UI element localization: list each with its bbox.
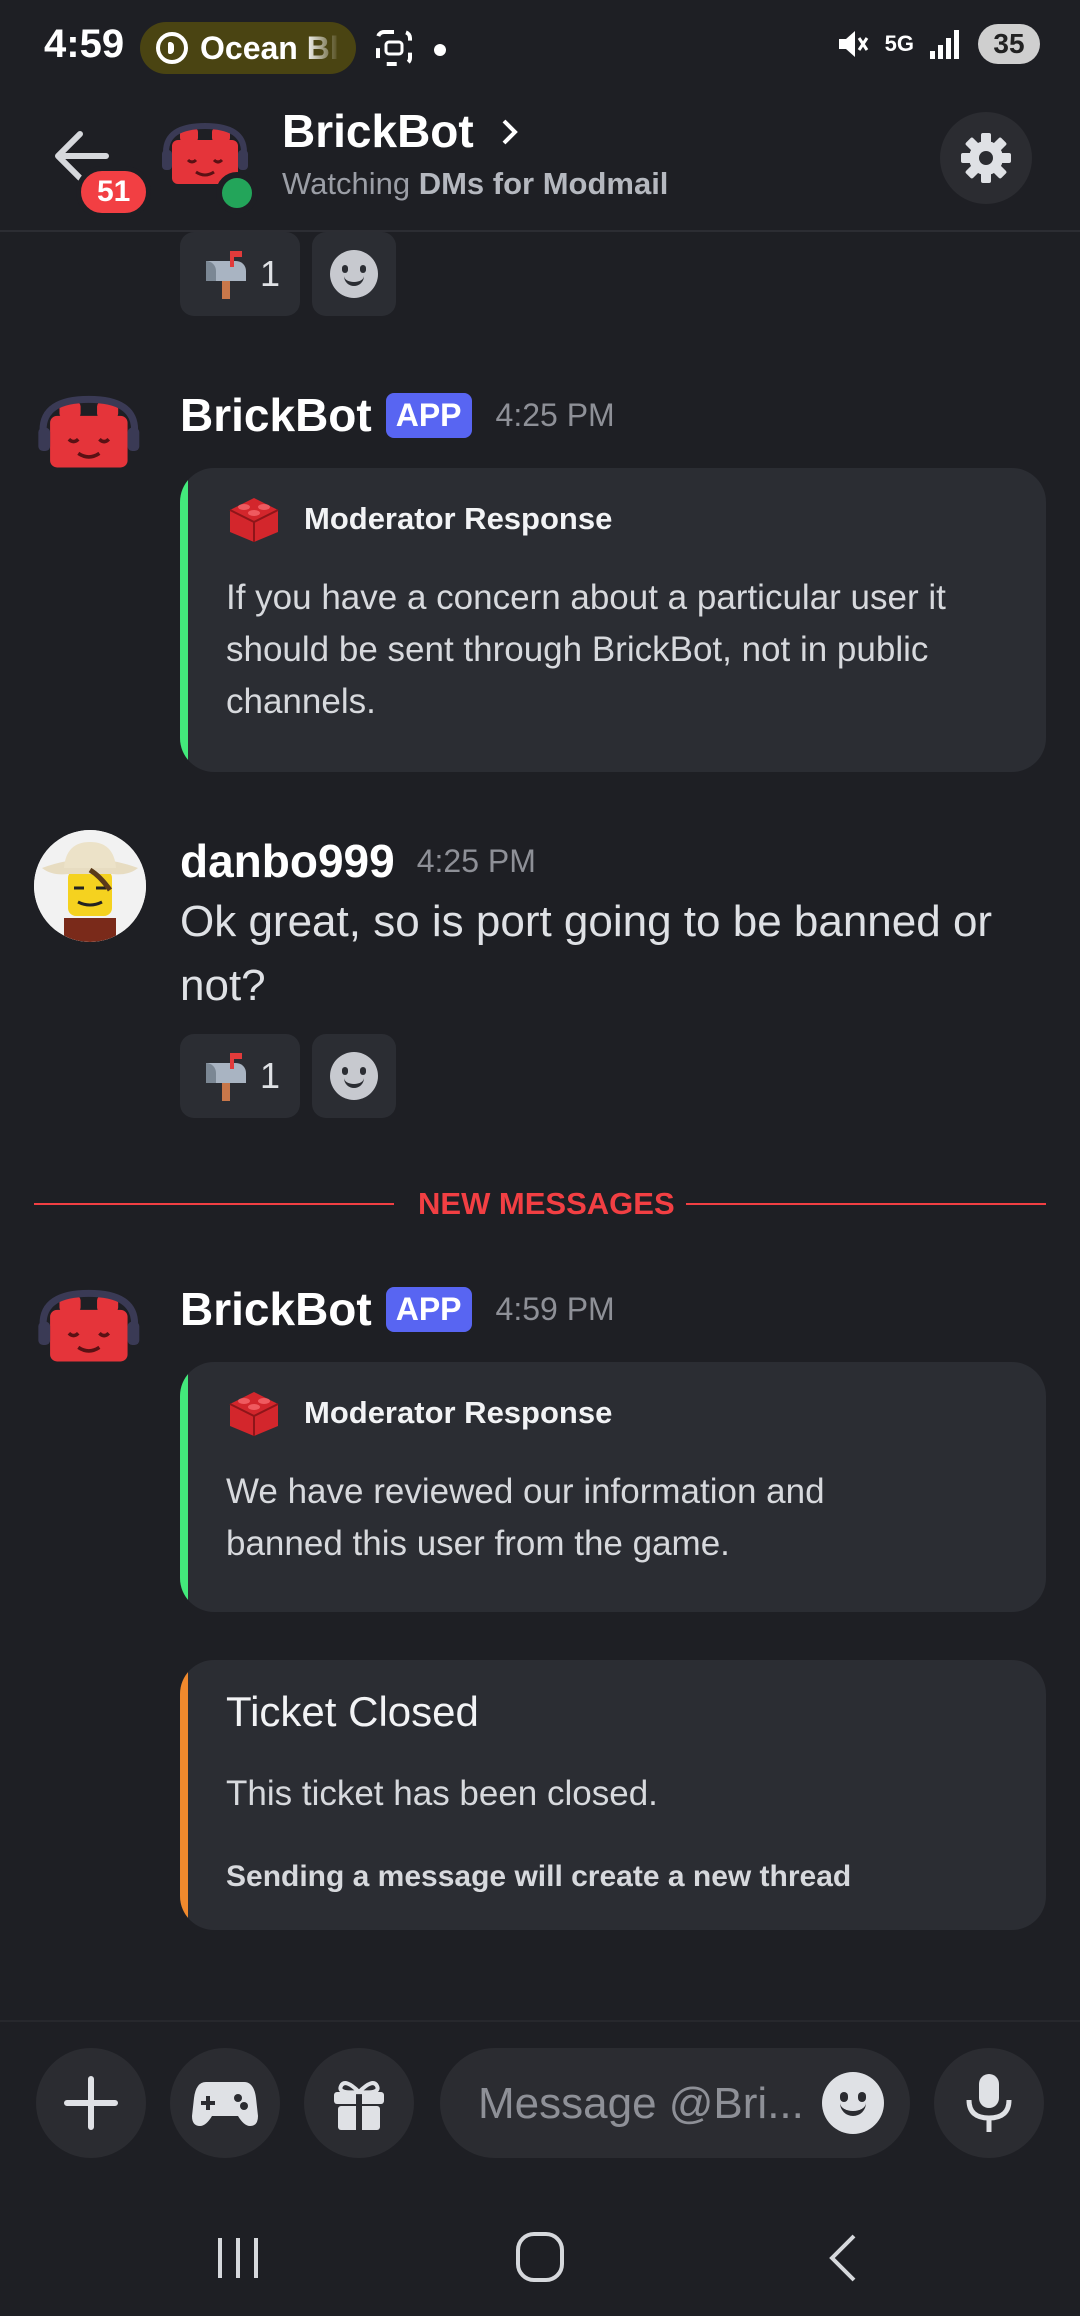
message-input[interactable] [476, 2048, 810, 2160]
message-time: 4:25 PM [416, 842, 536, 879]
embed-moderator-response: Moderator Response If you have a concern… [180, 468, 1046, 772]
embed-author-name: Moderator Response [304, 1395, 613, 1430]
status-bar: 4:59 Ocean Bl 5G 35 [0, 0, 1080, 96]
gamepad-icon [192, 2082, 258, 2126]
subtitle-bold: DMs for Modmail [418, 166, 669, 201]
channel-header: 51 BrickBot Watching DMs for Modmail [0, 96, 1080, 232]
user-avatar[interactable] [34, 830, 146, 942]
embed-author: Moderator Response [226, 1388, 612, 1438]
system-back-icon[interactable] [824, 2232, 864, 2284]
add-attachment-button[interactable] [36, 2048, 146, 2158]
screenshot-icon [376, 30, 412, 66]
embed-description: If you have a concern about a particular… [226, 578, 946, 721]
voice-message-button[interactable] [934, 2048, 1044, 2158]
chevron-right-icon [502, 119, 518, 145]
lego-brick-icon [229, 1392, 279, 1436]
message-time: 4:25 PM [495, 396, 615, 433]
add-reaction-icon [330, 250, 378, 298]
mailbox-icon [205, 251, 246, 299]
divider-line [686, 1203, 1046, 1205]
brickbot-avatar[interactable] [36, 1284, 144, 1392]
message-header: BrickBot APP 4:25 PM [180, 388, 615, 442]
system-navigation-bar [0, 2200, 1080, 2316]
notification-dot-icon [434, 44, 446, 56]
status-time: 4:59 [44, 22, 125, 66]
app-tag: APP [385, 1286, 472, 1332]
emoji-picker-icon[interactable] [822, 2072, 884, 2134]
message-text: Ok great, so is port going to be banned … [180, 897, 993, 1010]
embed-accent-bar [180, 468, 188, 772]
embed-title: Ticket Closed [226, 1688, 479, 1735]
embed-footer: Sending a message will create a new thre… [226, 1860, 852, 1893]
mute-icon [838, 31, 868, 57]
lego-brick-icon [229, 498, 279, 542]
embed-description: We have reviewed our information and ban… [226, 1472, 825, 1563]
author-name[interactable]: BrickBot [180, 1282, 372, 1336]
add-reaction-button[interactable] [312, 232, 396, 316]
divider-line [34, 1203, 394, 1205]
channel-title[interactable]: BrickBot [282, 104, 525, 158]
recent-apps-icon[interactable] [214, 2234, 264, 2282]
battery-icon: 35 [978, 24, 1040, 64]
reaction-mailbox[interactable]: 1 [180, 232, 300, 316]
embed-ticket-closed: Ticket Closed This ticket has been close… [180, 1660, 1046, 1930]
activities-button[interactable] [170, 2048, 280, 2158]
gift-button[interactable] [304, 2048, 414, 2158]
author-name[interactable]: danbo999 [180, 834, 395, 888]
play-icon [156, 32, 188, 64]
reaction-count: 1 [259, 1055, 281, 1096]
add-reaction-icon [330, 1052, 378, 1100]
message-header: danbo999 4:25 PM [180, 834, 536, 888]
reaction-count: 1 [259, 253, 281, 294]
channel-title-text: BrickBot [282, 105, 474, 157]
add-reaction-button[interactable] [312, 1034, 396, 1118]
app-tag: APP [385, 392, 472, 438]
subtitle-prefix: Watching [282, 166, 419, 201]
embed-description: This ticket has been closed. [226, 1774, 658, 1813]
lego-cowboy-avatar-icon [34, 830, 146, 942]
message-header: BrickBot APP 4:59 PM [180, 1282, 615, 1336]
embed-accent-bar [180, 1660, 188, 1930]
mailbox-icon [205, 1053, 246, 1101]
system-icons: 5G 35 [835, 24, 1040, 64]
media-pill-label: Ocean Bl [200, 29, 339, 66]
embed-author-name: Moderator Response [304, 501, 613, 536]
brickbot-avatar[interactable] [36, 390, 144, 498]
online-status-icon [216, 172, 258, 214]
unread-badge: 51 [76, 166, 152, 218]
gift-icon [334, 2081, 384, 2130]
message-input-container [440, 2048, 910, 2160]
home-icon[interactable] [514, 2230, 566, 2284]
gear-icon [961, 133, 1011, 183]
media-pill[interactable]: Ocean Bl [140, 22, 356, 74]
network-type: 5G [884, 31, 914, 56]
embed-author: Moderator Response [226, 494, 612, 544]
message-time: 4:59 PM [495, 1290, 615, 1327]
signal-icon [930, 30, 959, 59]
channel-subtitle: Watching DMs for Modmail [282, 166, 668, 202]
reaction-mailbox[interactable]: 1 [180, 1034, 300, 1118]
author-name[interactable]: BrickBot [180, 388, 372, 442]
microphone-icon [966, 2074, 1012, 2132]
plus-icon [64, 2076, 118, 2130]
new-messages-label: NEW MESSAGES [418, 1186, 675, 1221]
embed-accent-bar [180, 1362, 188, 1612]
settings-button[interactable] [940, 112, 1032, 204]
embed-moderator-response: Moderator Response We have reviewed our … [180, 1362, 1046, 1612]
